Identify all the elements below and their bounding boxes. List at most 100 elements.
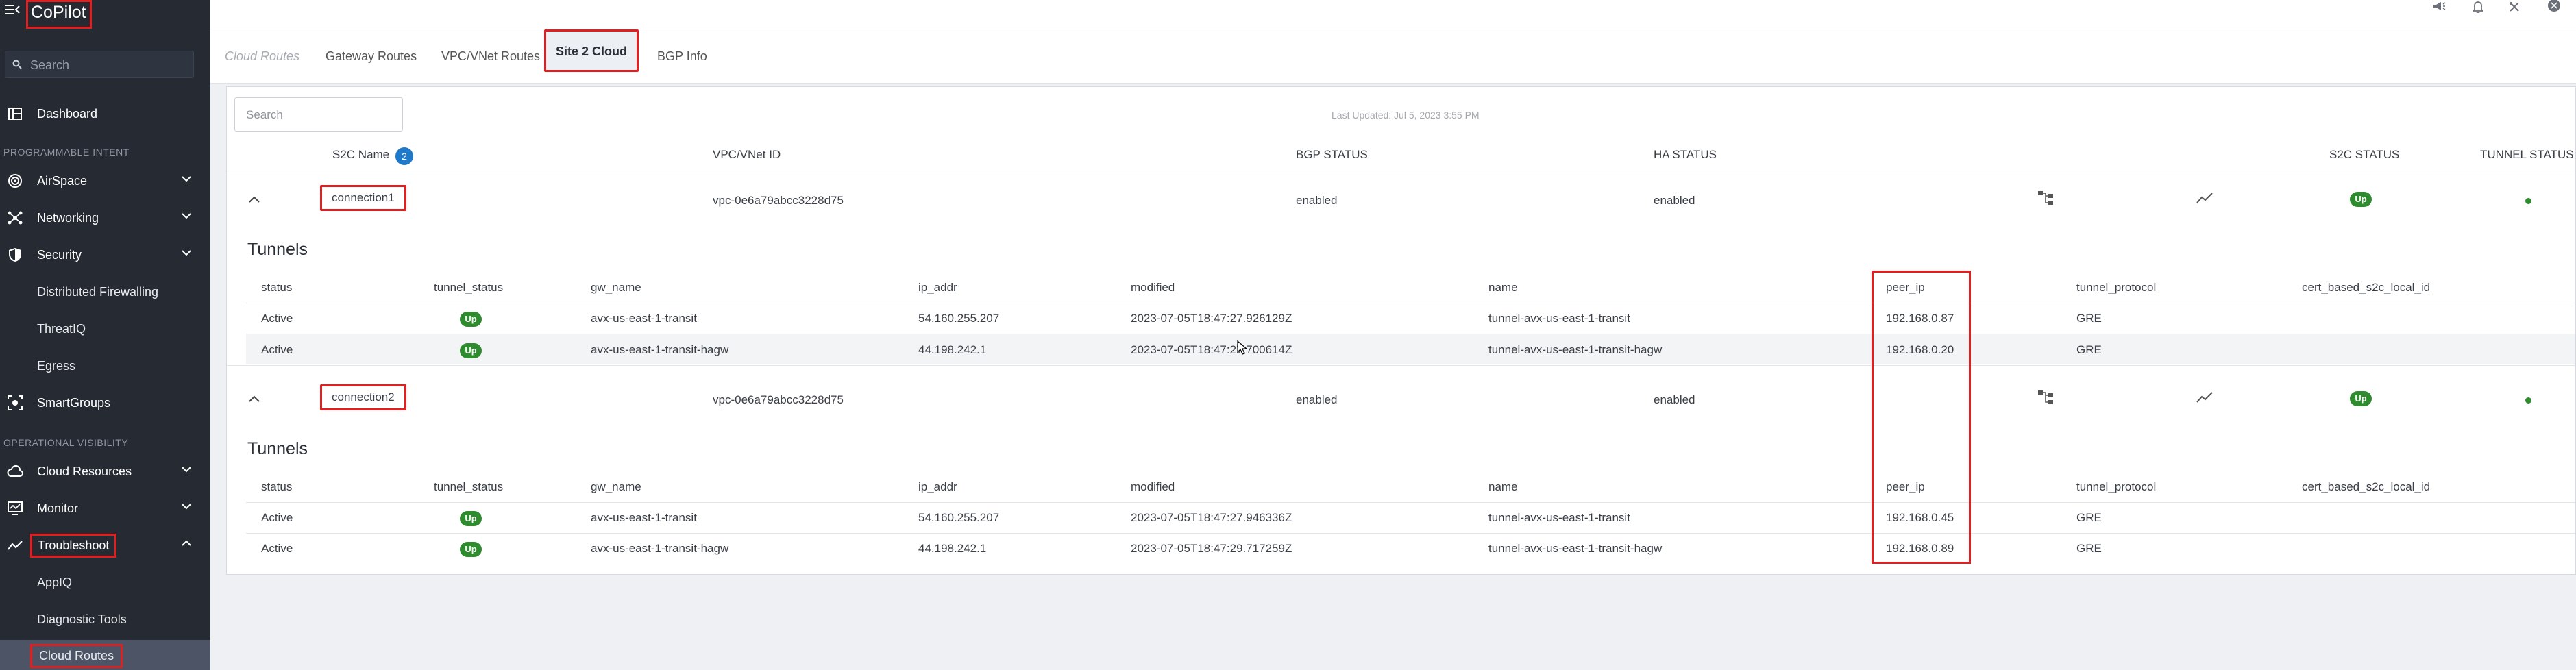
sidebar-item-networking[interactable]: Networking <box>0 203 210 233</box>
col-ha-status[interactable]: HA STATUS <box>1654 148 1717 162</box>
col-bgp-status[interactable]: BGP STATUS <box>1296 148 1368 162</box>
tunnel-status-badge: Up <box>460 343 482 358</box>
sidebar-search-input[interactable] <box>29 55 189 75</box>
table-search[interactable] <box>234 97 403 132</box>
s2c-status-badge: Up <box>2350 192 2372 207</box>
tcol-gw-name[interactable]: gw_name <box>591 281 641 295</box>
sidebar-subitem-appiq[interactable]: AppIQ <box>0 567 210 597</box>
topology-icon[interactable] <box>2037 190 2054 206</box>
tcol-tunnel-protocol[interactable]: tunnel_protocol <box>2076 281 2156 295</box>
bell-icon[interactable] <box>2470 0 2486 14</box>
modified: 2023-07-05T18:47:29.717259Z <box>1131 542 1292 555</box>
modified: 2023-07-05T18:47:27.926129Z <box>1131 312 1292 325</box>
col-s2c-name[interactable]: S2C Name <box>332 148 389 162</box>
tcol-gw-name[interactable]: gw_name <box>591 480 641 494</box>
sidebar-item-monitor[interactable]: Monitor <box>0 493 210 523</box>
bgp-status: enabled <box>1296 194 1338 207</box>
tcol-cert-local-id[interactable]: cert_based_s2c_local_id <box>2302 281 2430 295</box>
tcol-name[interactable]: name <box>1488 480 1518 494</box>
peer-ip: 192.168.0.87 <box>1886 312 1954 325</box>
sidebar-subitem-label: Cloud Routes <box>30 644 123 668</box>
brand-logo[interactable]: CoPilot <box>26 0 92 29</box>
section-programmable-intent: PROGRAMMABLE INTENT <box>3 147 130 158</box>
tcol-name[interactable]: name <box>1488 281 1518 295</box>
tunnel-status-badge: Up <box>460 312 482 327</box>
tunnel-state: Active <box>261 511 293 524</box>
tcol-peer-ip[interactable]: peer_ip <box>1886 281 1925 295</box>
modified: 2023-07-05T18:47:2​7.700614Z <box>1131 343 1292 356</box>
networking-icon <box>7 210 23 226</box>
table-search-input[interactable] <box>245 106 398 124</box>
vpc-id: vpc-0e6a79abcc3228d75 <box>713 194 844 207</box>
col-tunnel-status[interactable]: TUNNEL STATUS <box>2480 148 2574 162</box>
tcol-ip-addr[interactable]: ip_addr <box>918 281 957 295</box>
tunnel-protocol: GRE <box>2076 343 2102 356</box>
chevron-down-icon <box>182 213 191 219</box>
tunnel-name: tunnel-avx-us-east-1-transit <box>1488 312 1630 325</box>
tcol-modified[interactable]: modified <box>1131 281 1175 295</box>
tcol-ip-addr[interactable]: ip_addr <box>918 480 957 494</box>
tcol-peer-ip[interactable]: peer_ip <box>1886 480 1925 494</box>
topology-icon[interactable] <box>2037 390 2054 405</box>
chevron-down-icon <box>182 176 191 182</box>
tab-bgp-info[interactable]: BGP Info <box>657 49 707 64</box>
tcol-cert-local-id[interactable]: cert_based_s2c_local_id <box>2302 480 2430 494</box>
peer-ip: 192.168.0.45 <box>1886 511 1954 524</box>
tcol-modified[interactable]: modified <box>1131 480 1175 494</box>
chevron-up-icon[interactable] <box>247 195 261 203</box>
s2c-status-badge: Up <box>2350 391 2372 406</box>
sidebar-subitem-label: Egress <box>37 359 76 373</box>
menu-collapse-icon[interactable] <box>5 3 20 16</box>
sidebar-subitem-label: Distributed Firewalling <box>37 285 159 299</box>
chevron-down-icon <box>182 250 191 256</box>
announcement-icon[interactable] <box>2431 0 2447 14</box>
sidebar-subitem-distributed-firewalling[interactable]: Distributed Firewalling <box>0 277 210 307</box>
bgp-status: enabled <box>1296 393 1338 406</box>
col-s2c-status[interactable]: S2C STATUS <box>2329 148 2399 162</box>
tcol-status[interactable]: status <box>261 480 292 494</box>
sidebar-item-dashboard[interactable]: Dashboard <box>0 99 210 129</box>
sidebar-item-security[interactable]: Security <box>0 240 210 270</box>
connection-name[interactable]: connection1 <box>320 185 406 211</box>
sidebar-subitem-diagnostic-tools[interactable]: Diagnostic Tools <box>0 604 210 634</box>
tcol-status[interactable]: status <box>261 281 292 295</box>
chevron-down-icon <box>182 467 191 473</box>
user-avatar-icon[interactable] <box>2546 0 2562 14</box>
tcol-tunnel-status[interactable]: tunnel_status <box>434 281 503 295</box>
tcol-tunnel-status[interactable]: tunnel_status <box>434 480 503 494</box>
monitor-icon <box>7 500 23 517</box>
tab-cloud-routes[interactable]: Cloud Routes <box>225 49 299 64</box>
tab-gateway-routes[interactable]: Gateway Routes <box>326 49 417 64</box>
sidebar-item-troubleshoot[interactable]: Troubleshoot <box>0 530 210 560</box>
tunnel-name: tunnel-avx-us-east-1-transit <box>1488 511 1630 524</box>
connection-name[interactable]: connection2 <box>320 384 406 410</box>
ip-addr: 54.160.255.207 <box>918 511 1000 524</box>
sidebar-item-label: Troubleshoot <box>30 533 117 558</box>
sidebar-item-cloud-resources[interactable]: Cloud Resources <box>0 456 210 486</box>
tools-icon[interactable] <box>2506 0 2523 14</box>
tunnel-status-badge: Up <box>460 542 482 557</box>
dashboard-icon <box>7 106 23 122</box>
trend-icon[interactable] <box>2196 192 2213 204</box>
chevron-up-icon[interactable] <box>247 395 261 403</box>
sidebar-search[interactable] <box>5 51 194 78</box>
col-vpc-id[interactable]: VPC/VNet ID <box>713 148 781 162</box>
tab-site-2-cloud[interactable]: Site 2 Cloud <box>544 29 639 72</box>
tunnel-name: tunnel-avx-us-east-1-transit-hagw <box>1488 343 1663 356</box>
tunnel-status-dot <box>2525 397 2531 404</box>
sidebar-item-label: Security <box>37 247 82 262</box>
sidebar-subitem-egress[interactable]: Egress <box>0 351 210 381</box>
sidebar-item-smartgroups[interactable]: SmartGroups <box>0 388 210 418</box>
s2c-panel: Last Updated: Jul 5, 2023 3:55 PM S2C Na… <box>226 86 2576 575</box>
peer-ip: 192.168.0.20 <box>1886 343 1954 356</box>
sidebar-subitem-threatiq[interactable]: ThreatIQ <box>0 314 210 344</box>
sidebar-item-airspace[interactable]: AirSpace <box>0 166 210 196</box>
trend-icon[interactable] <box>2196 391 2213 404</box>
tcol-tunnel-protocol[interactable]: tunnel_protocol <box>2076 480 2156 494</box>
ip-addr: 44.198.242.1 <box>918 542 987 555</box>
tunnel-status-dot <box>2525 198 2531 204</box>
tab-vpc-vnet-routes[interactable]: VPC/VNet Routes <box>441 49 540 64</box>
divider <box>246 533 2575 534</box>
sidebar-subitem-cloud-routes[interactable]: Cloud Routes <box>0 640 210 670</box>
tunnel-status-badge: Up <box>460 511 482 526</box>
